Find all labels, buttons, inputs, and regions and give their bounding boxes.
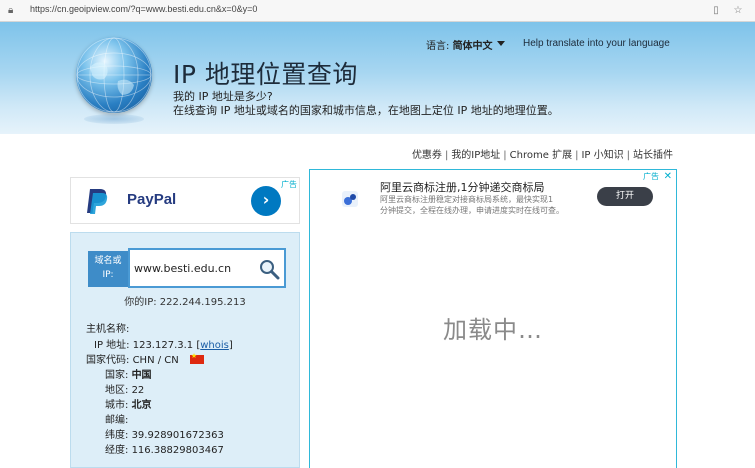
country-code-row: 国家代码: CHN / CN <box>86 351 204 366</box>
close-icon[interactable]: ✕ <box>664 171 672 182</box>
ad-title[interactable]: 阿里云商标注册,1分钟递交商标局 <box>380 179 545 195</box>
lock-icon: 🔒︎ <box>8 5 14 16</box>
china-flag-icon <box>189 352 204 364</box>
longitude-row: 经度: 116.38829803467 <box>105 445 224 456</box>
ad-description-line2: 分钟提交，全程在线办理，申请进度实时在线可查。 <box>380 206 564 215</box>
map-container: 广告 ✕ 阿里云商标注册,1分钟递交商标局 阿里云商标注册稳定对接商标局系统，最… <box>309 169 677 468</box>
hostname-row: 主机名称: <box>86 324 130 335</box>
help-translate-link[interactable]: Help translate into your language <box>523 38 670 49</box>
paypal-ad[interactable]: 广告 PayPal › <box>70 177 300 224</box>
query-panel: 域名或 IP: 你的IP: 222.244.195.213 主机名称: IP 地… <box>70 232 300 468</box>
country-row: 国家: 中国 <box>105 370 152 381</box>
my-ip-text: 你的IP: 222.244.195.213 <box>124 297 246 308</box>
paypal-brand: PayPal <box>127 191 177 208</box>
aliyun-ad[interactable]: 广告 ✕ 阿里云商标注册,1分钟递交商标局 阿里云商标注册稳定对接商标局系统，最… <box>310 170 676 222</box>
ip-row: IP 地址: 123.127.3.1 [whois] <box>94 340 233 351</box>
longitude-value: 116.38829803467 <box>131 445 224 456</box>
link-ip-knowledge[interactable]: IP 小知识 <box>581 150 623 161</box>
site-header: IP 地理位置查询 我的 IP 地址是多少? 在线查询 IP 地址或域名的国家和… <box>0 22 755 134</box>
ad-choices-label[interactable]: 广告 <box>643 171 659 182</box>
chevron-right-icon[interactable]: › <box>251 186 281 216</box>
loading-text: 加载中… <box>443 316 543 344</box>
language-label: 语言: <box>426 41 450 52</box>
paypal-logo-icon <box>87 189 108 214</box>
country-code-value: CHN / CN <box>132 355 179 366</box>
query-label: 域名或 IP: <box>88 251 128 287</box>
trademark-icon <box>342 191 358 207</box>
top-links: 优惠券 | 我的IP地址 | Chrome 扩展 | IP 小知识 | 站长插件 <box>411 150 673 161</box>
domain-ip-input[interactable] <box>134 260 254 276</box>
globe-logo-icon[interactable] <box>76 37 152 113</box>
page-title: IP 地理位置查询 <box>173 60 358 89</box>
reader-mode-icon[interactable]: ▯ <box>710 5 722 17</box>
region-row: 地区: 22 <box>105 385 145 396</box>
link-webmaster-plugin[interactable]: 站长插件 <box>633 150 673 161</box>
link-coupons[interactable]: 优惠券 <box>412 150 442 161</box>
link-chrome-extension[interactable]: Chrome 扩展 <box>510 150 572 161</box>
region-value: 22 <box>131 385 145 396</box>
url-text[interactable]: https://cn.geoipview.com/?q=www.besti.ed… <box>30 4 257 14</box>
city-value: 北京 <box>131 400 152 411</box>
bookmark-star-icon[interactable]: ☆ <box>732 5 744 17</box>
open-button[interactable]: 打开 <box>597 187 653 206</box>
language-selector[interactable]: 语言: 简体中文 <box>426 37 493 52</box>
language-value[interactable]: 简体中文 <box>453 41 493 52</box>
browser-address-bar: 🔒︎ https://cn.geoipview.com/?q=www.besti… <box>0 0 755 22</box>
latitude-value: 39.928901672363 <box>131 430 224 441</box>
search-icon[interactable] <box>258 258 280 280</box>
globe-reflection <box>84 114 144 124</box>
postal-row: 邮编: <box>105 415 129 426</box>
country-value: 中国 <box>131 370 152 381</box>
query-input-box[interactable] <box>128 248 286 288</box>
ad-description-line1: 阿里云商标注册稳定对接商标局系统，最快实现1 <box>380 195 554 204</box>
page-description: 在线查询 IP 地址或域名的国家和城市信息，在地图上定位 IP 地址的地理位置。 <box>173 104 559 117</box>
link-my-ip[interactable]: 我的IP地址 <box>451 150 500 161</box>
city-row: 城市: 北京 <box>105 400 152 411</box>
ip-value: 123.127.3.1 <box>132 340 194 351</box>
latitude-row: 纬度: 39.928901672363 <box>105 430 224 441</box>
ad-choices-label[interactable]: 广告 <box>281 179 297 190</box>
whois-link[interactable]: whois <box>200 340 229 351</box>
chevron-down-icon[interactable] <box>497 41 505 46</box>
